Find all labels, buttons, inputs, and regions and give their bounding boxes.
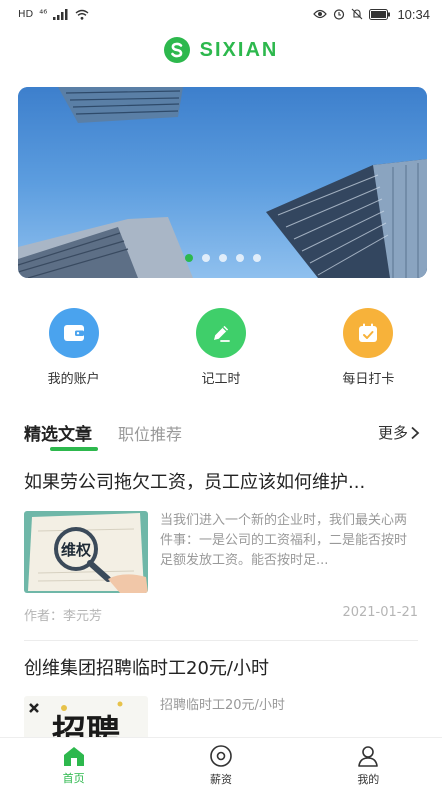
- status-bar: HD ⁴⁶ 10:34: [0, 0, 442, 28]
- app-logo: SIXIAN: [0, 34, 442, 66]
- battery-icon: [369, 8, 391, 20]
- carousel-dots: [18, 254, 427, 262]
- tab-featured-articles[interactable]: 精选文章: [24, 420, 98, 453]
- alarm-icon: [334, 9, 345, 20]
- log-hours-button[interactable]: 记工时: [147, 308, 294, 392]
- home-icon: [63, 746, 84, 766]
- nav-label: 我的: [357, 772, 380, 786]
- more-label: 更多: [377, 424, 408, 442]
- wifi-icon: [75, 9, 89, 20]
- nav-profile[interactable]: 我的: [295, 738, 442, 792]
- daily-checkin-button[interactable]: 每日打卡: [295, 308, 442, 392]
- my-account-button[interactable]: 我的账户: [0, 308, 147, 392]
- nav-label: 首页: [62, 771, 85, 785]
- banner-carousel[interactable]: [18, 87, 427, 278]
- log-hours-label: 记工时: [201, 372, 241, 387]
- content-tabs: 精选文章 职位推荐 更多: [24, 420, 420, 452]
- carousel-dot[interactable]: [218, 254, 227, 262]
- bottom-nav: 首页 薪资 我的: [0, 737, 442, 792]
- mute-icon: [352, 8, 363, 20]
- article-meta: 作者：李元芳 2021-01-21: [24, 605, 418, 624]
- nav-salary[interactable]: 薪资: [147, 738, 294, 792]
- salary-icon: [210, 744, 232, 767]
- banner-image: [18, 87, 427, 278]
- tab-active-indicator: [50, 447, 98, 451]
- article-author: 作者：李元芳: [24, 609, 103, 624]
- signal-icon: [53, 8, 68, 20]
- calendar-check-icon: [343, 308, 394, 358]
- signal-label: ⁴⁶: [39, 8, 48, 20]
- wallet-icon: [48, 308, 99, 358]
- my-account-label: 我的账户: [47, 372, 100, 387]
- profile-icon: [358, 745, 379, 767]
- article-summary: 当我们进入一个新的企业时，我们最关心两件事：一是公司的工资福利，二是能否按时足额…: [160, 513, 408, 568]
- article-thumbnail: 维权: [24, 511, 148, 593]
- nav-home[interactable]: 首页: [0, 738, 147, 792]
- nav-label: 薪资: [209, 772, 232, 786]
- carousel-dot[interactable]: [201, 254, 210, 262]
- network-type: HD: [18, 8, 34, 20]
- carousel-dot[interactable]: [184, 254, 193, 262]
- tab-job-recommendations[interactable]: 职位推荐: [118, 420, 182, 453]
- logo-s-icon: [163, 37, 190, 63]
- carousel-dot[interactable]: [252, 254, 261, 262]
- quick-actions: 我的账户 记工时 每日打卡: [0, 308, 442, 392]
- clock: 10:34: [397, 6, 430, 22]
- more-link[interactable]: 更多: [378, 422, 420, 443]
- article-card[interactable]: 如果劳公司拖欠工资，员工应该如何维护... 维权 当我们进入一个新的企业时，我们…: [24, 468, 418, 624]
- carousel-dot[interactable]: [235, 254, 244, 262]
- eye-icon: [313, 9, 328, 19]
- article-title: 如果劳公司拖欠工资，员工应该如何维护...: [24, 472, 366, 493]
- status-right: 10:34: [313, 7, 430, 22]
- daily-checkin-label: 每日打卡: [342, 372, 395, 387]
- tab-label: 职位推荐: [118, 425, 183, 444]
- chevron-right-icon: [411, 426, 420, 439]
- divider: [24, 640, 418, 641]
- article-body: 维权 当我们进入一个新的企业时，我们最关心两件事：一是公司的工资福利，二是能否按…: [24, 511, 418, 593]
- status-left: HD ⁴⁶: [18, 8, 89, 20]
- tab-label: 精选文章: [24, 425, 92, 445]
- thumb-text: 维权: [61, 541, 92, 559]
- article-date: 2021-01-21: [342, 605, 418, 620]
- edit-icon: [195, 308, 246, 358]
- logo-text: SIXIAN: [199, 38, 279, 61]
- article-title: 创维集团招聘临时工20元/小时: [24, 658, 269, 679]
